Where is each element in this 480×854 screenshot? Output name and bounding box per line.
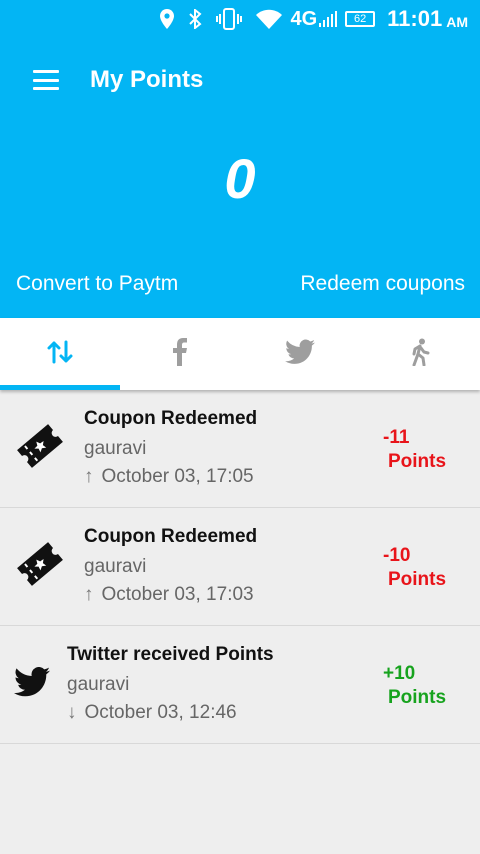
transaction-date-line: ↓ October 03, 12:46 — [67, 702, 274, 724]
transaction-details: Twitter received Points gauravi ↓ Octobe… — [67, 644, 274, 724]
transaction-row[interactable]: Coupon Redeemed gauravi ↑ October 03, 17… — [0, 390, 480, 508]
transaction-title: Coupon Redeemed — [84, 408, 258, 429]
transaction-points: +10 Points — [383, 662, 446, 710]
transaction-details: Coupon Redeemed gauravi ↑ October 03, 17… — [84, 408, 257, 488]
wifi-icon — [256, 9, 283, 29]
page-title: My Points — [90, 66, 204, 93]
bluetooth-icon — [188, 9, 202, 29]
transaction-date-line: ↑ October 03, 17:03 — [84, 584, 257, 606]
transaction-title: Coupon Redeemed — [84, 526, 258, 547]
status-bar: 4G 62 11:01 AM — [0, 0, 480, 38]
points-balance: 0 — [224, 147, 256, 210]
transaction-user: gauravi — [67, 674, 130, 695]
tab-walking[interactable] — [360, 318, 480, 390]
transaction-title: Twitter received Points — [67, 644, 274, 665]
transaction-list: Coupon Redeemed gauravi ↑ October 03, 17… — [0, 390, 480, 744]
app-bar: My Points — [0, 52, 480, 108]
transaction-user: gauravi — [84, 556, 147, 577]
tab-facebook[interactable] — [120, 318, 240, 390]
twitter-icon — [8, 656, 56, 708]
clock-ampm: AM — [446, 14, 468, 30]
convert-to-paytm-button[interactable]: Convert to Paytm — [16, 272, 178, 296]
location-icon — [160, 9, 175, 29]
twitter-icon — [285, 338, 315, 370]
arrow-up-icon: ↑ — [84, 466, 94, 487]
transaction-user: gauravi — [84, 438, 147, 459]
points-unit: Points — [388, 569, 447, 590]
transaction-date-line: ↑ October 03, 17:05 — [84, 466, 257, 488]
transaction-date: October 03, 17:05 — [101, 466, 254, 487]
transaction-date: October 03, 17:03 — [101, 584, 254, 605]
transaction-row[interactable]: Coupon Redeemed gauravi ↑ October 03, 17… — [0, 508, 480, 626]
arrow-up-icon: ↑ — [84, 584, 94, 605]
signal-icon — [319, 11, 338, 27]
points-amount: +10 — [383, 663, 416, 684]
redeem-coupons-button[interactable]: Redeem coupons — [300, 272, 465, 296]
ticket-icon — [14, 538, 66, 590]
menu-icon[interactable] — [33, 70, 59, 90]
facebook-icon — [172, 337, 188, 371]
points-unit: Points — [388, 451, 447, 472]
tab-transactions[interactable] — [0, 318, 120, 390]
points-unit: Points — [388, 687, 447, 708]
ticket-icon — [14, 420, 66, 472]
tab-bar — [0, 318, 480, 390]
transaction-row[interactable]: Twitter received Points gauravi ↓ Octobe… — [0, 626, 480, 744]
clock-time: 11:01 — [387, 6, 443, 31]
tab-twitter[interactable] — [240, 318, 360, 390]
transaction-date: October 03, 12:46 — [84, 702, 237, 723]
transactions-icon — [46, 338, 74, 371]
transaction-points: -10 Points — [383, 544, 446, 592]
transaction-points: -11 Points — [383, 426, 446, 474]
walking-icon — [408, 338, 432, 371]
points-amount: -11 — [383, 427, 410, 448]
arrow-down-icon: ↓ — [67, 702, 77, 723]
transaction-details: Coupon Redeemed gauravi ↑ October 03, 17… — [84, 526, 257, 606]
points-amount: -10 — [383, 545, 411, 566]
vibrate-icon — [216, 8, 243, 30]
battery-icon: 62 — [345, 11, 376, 27]
network-type: 4G — [290, 7, 318, 30]
header: 4G 62 11:01 AM My Points 0 Convert to Pa… — [0, 0, 480, 318]
